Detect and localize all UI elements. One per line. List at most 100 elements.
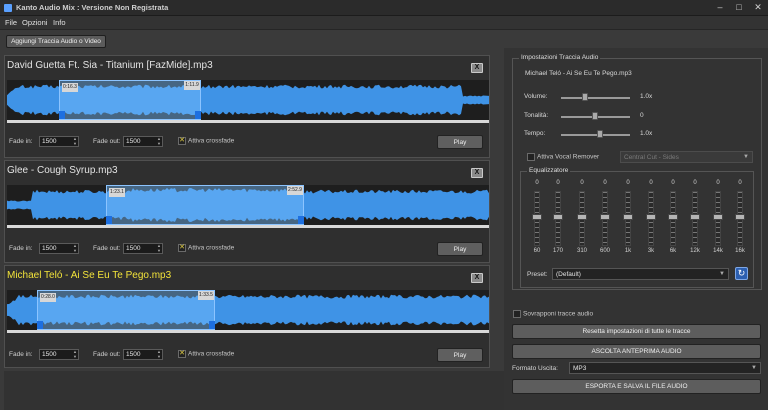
equalizer-legend: Equalizzatore <box>527 167 571 174</box>
fade-in-input[interactable]: 1500 ▲ ▼ <box>39 349 79 360</box>
chevron-down-icon: ▼ <box>751 365 757 371</box>
selected-track-name: Michael Teló - Ai Se Eu Te Pego.mp3 <box>525 70 632 77</box>
output-format-dropdown[interactable]: MP3 ▼ <box>569 362 761 374</box>
vocal-remover-dropdown[interactable]: Central Cut - Sides ▼ <box>620 151 753 163</box>
tempo-slider-knob[interactable] <box>597 130 603 138</box>
window-title: Kanto Audio Mix : Versione Non Registrat… <box>16 3 169 12</box>
chevron-down-icon: ▼ <box>743 154 749 160</box>
eq-band-frequency: 310 <box>576 248 587 254</box>
fade-out-input[interactable]: 1500 ▲ ▼ <box>123 136 163 147</box>
selection-region[interactable]: 0:28.0 1:33.5 <box>37 290 215 330</box>
eq-band-knob[interactable] <box>600 214 610 220</box>
eq-band-knob[interactable] <box>553 214 563 220</box>
tempo-slider[interactable] <box>561 134 630 136</box>
vocal-remover-checkbox[interactable]: Attiva Vocal Remover <box>527 153 599 161</box>
crossfade-checkbox[interactable]: ✕ Attiva crossfade <box>178 137 234 145</box>
selection-region[interactable]: 0:16.3 1:11.9 <box>59 80 201 120</box>
checkbox-box <box>513 310 521 318</box>
fade-in-input[interactable]: 1500 ▲ ▼ <box>39 243 79 254</box>
start-time-marker: 0:16.3 <box>62 83 78 92</box>
fade-out-input[interactable]: 1500 ▲ ▼ <box>123 349 163 360</box>
remove-track-button[interactable]: X <box>471 168 483 178</box>
seek-bar[interactable] <box>7 120 489 123</box>
eq-band-value: 0 <box>556 180 560 186</box>
end-handle[interactable] <box>209 321 215 329</box>
start-time-marker: 1:23.1 <box>109 188 125 197</box>
pitch-slider-knob[interactable] <box>592 112 598 120</box>
eq-band-frequency: 170 <box>552 248 563 254</box>
output-format-label: Formato Uscita: <box>512 365 558 372</box>
play-button[interactable]: Play <box>437 135 483 149</box>
selection-region[interactable]: 1:23.1 2:52.9 <box>106 185 304 225</box>
eq-band-knob[interactable] <box>577 214 587 220</box>
fade-out-label: Fade out: <box>93 245 121 252</box>
seek-bar[interactable] <box>7 225 489 228</box>
start-handle[interactable] <box>37 321 43 329</box>
eq-band-knob[interactable] <box>690 214 700 220</box>
play-button[interactable]: Play <box>437 242 483 256</box>
eq-band-frequency: 12k <box>690 248 700 254</box>
fade-out-label: Fade out: <box>93 351 121 358</box>
eq-band-knob[interactable] <box>668 214 678 220</box>
minimize-button[interactable]: – <box>714 2 726 13</box>
title-bar: Kanto Audio Mix : Versione Non Registrat… <box>0 0 768 16</box>
crossfade-checkbox[interactable]: ✕ Attiva crossfade <box>178 350 234 358</box>
eq-band-frequency: 600 <box>599 248 610 254</box>
fade-out-input[interactable]: 1500 ▲ ▼ <box>123 243 163 254</box>
preset-dropdown[interactable]: (Default) ▼ <box>552 268 729 280</box>
start-time-marker: 0:28.0 <box>40 293 56 302</box>
menu-file[interactable]: File <box>5 18 17 27</box>
start-handle[interactable] <box>106 216 112 224</box>
fade-in-input[interactable]: 1500 ▲ ▼ <box>39 136 79 147</box>
tempo-label: Tempo: <box>524 130 546 137</box>
check-icon: ✕ <box>178 244 186 252</box>
volume-slider-knob[interactable] <box>582 93 588 101</box>
crossfade-checkbox[interactable]: ✕ Attiva crossfade <box>178 244 234 252</box>
end-handle[interactable] <box>298 216 304 224</box>
close-window-button[interactable]: ✕ <box>752 2 764 13</box>
menu-options[interactable]: Opzioni <box>22 18 47 27</box>
end-time-marker: 1:33.5 <box>198 291 214 300</box>
restore-button[interactable]: □ <box>733 2 745 13</box>
eq-band-value: 0 <box>716 180 720 186</box>
add-track-button[interactable]: Aggiungi Traccia Audio o Video <box>6 35 106 48</box>
end-time-marker: 1:11.9 <box>184 81 200 90</box>
preset-label: Preset: <box>527 271 548 278</box>
eq-band-value: 0 <box>671 180 675 186</box>
remove-track-button[interactable]: X <box>471 273 483 283</box>
eq-band-knob[interactable] <box>646 214 656 220</box>
eq-band-value: 0 <box>649 180 653 186</box>
overlap-tracks-checkbox[interactable]: Sovrapponi tracce audio <box>513 310 593 318</box>
eq-band-knob[interactable] <box>713 214 723 220</box>
pitch-label: Tonalità: <box>524 112 549 119</box>
start-handle[interactable] <box>59 111 65 119</box>
fade-in-label: Fade in: <box>9 351 33 358</box>
eq-band-knob[interactable] <box>735 214 745 220</box>
track-list-footer <box>4 371 504 410</box>
eq-band-frequency: 6k <box>669 248 677 254</box>
eq-band-value: 0 <box>626 180 630 186</box>
export-audio-button[interactable]: ESPORTA E SALVA IL FILE AUDIO <box>512 379 761 394</box>
eq-band-knob[interactable] <box>532 214 542 220</box>
eq-band-knob[interactable] <box>623 214 633 220</box>
play-button[interactable]: Play <box>437 348 483 362</box>
track-panel: David Guetta Ft. Sia - Titanium [FazMide… <box>4 55 490 158</box>
eq-band-frequency: 16k <box>735 248 745 254</box>
eq-band-value: 0 <box>580 180 584 186</box>
reset-settings-button[interactable]: Resetta impostazioni di tutte le tracce <box>512 324 761 339</box>
check-icon: ✕ <box>178 137 186 145</box>
volume-value: 1.0x <box>640 93 653 100</box>
menu-bar: File Opzioni Info <box>0 16 768 30</box>
app-icon <box>4 4 12 12</box>
eq-band-frequency: 14k <box>713 248 723 254</box>
preview-audio-button[interactable]: ASCOLTA ANTEPRIMA AUDIO <box>512 344 761 359</box>
volume-label: Volume: <box>524 93 548 100</box>
track-panel: Michael Teló - Ai Se Eu Te Pego.mp3 X 0:… <box>4 265 490 368</box>
refresh-icon[interactable]: ↻ <box>735 267 748 280</box>
eq-band-frequency: 3k <box>647 248 655 254</box>
end-handle[interactable] <box>195 111 201 119</box>
remove-track-button[interactable]: X <box>471 63 483 73</box>
seek-bar[interactable] <box>7 330 489 333</box>
volume-slider[interactable] <box>561 97 630 99</box>
menu-info[interactable]: Info <box>53 18 66 27</box>
